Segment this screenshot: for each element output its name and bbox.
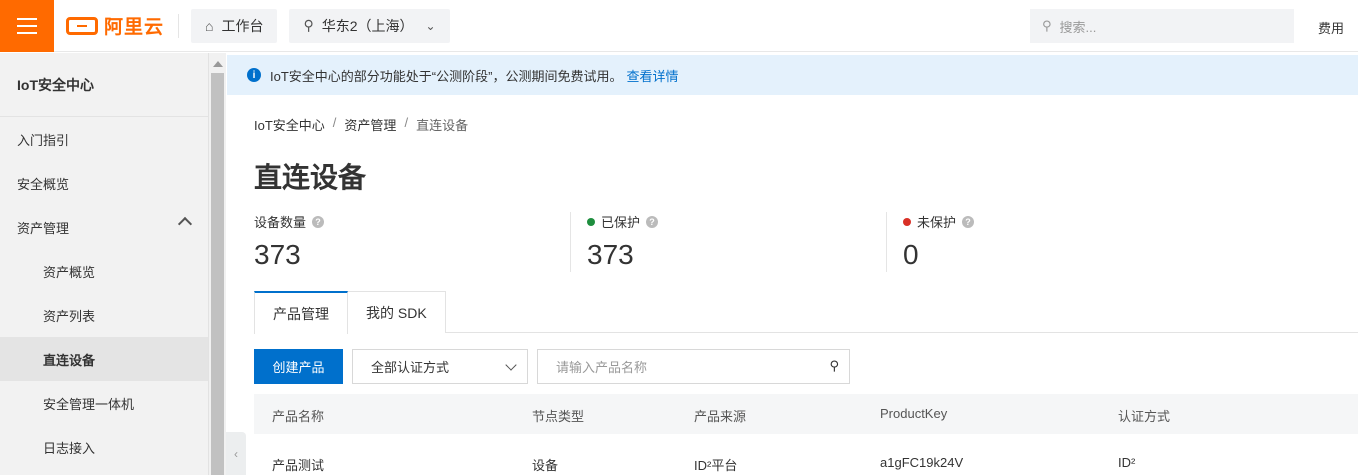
stat-label: 设备数量 — [254, 215, 307, 230]
divider — [178, 13, 180, 38]
column-header-auth-method: 认证方式 — [1118, 409, 1171, 424]
table-row[interactable]: 产品测试 设备 ID²平台 a1gFC19k24V ID² — [254, 434, 1358, 475]
info-icon: i — [247, 68, 261, 82]
sidebar-item-log-access[interactable]: 日志接入 — [0, 425, 208, 469]
notice-text: IoT安全中心的部分功能处于“公测阶段”，公测期间免费试用。 — [270, 68, 623, 84]
stat-label: 未保护 — [917, 215, 957, 230]
sidebar-title: IoT安全中心 — [0, 53, 208, 117]
notice-banner: i IoT安全中心的部分功能处于“公测阶段”，公测期间免费试用。 查看详情 — [227, 55, 1358, 95]
menu-line-icon — [17, 24, 37, 27]
stat-value: 373 — [587, 239, 634, 270]
sidebar-item-direct-devices[interactable]: 直连设备 — [0, 337, 208, 381]
breadcrumb-item-current: 直连设备 — [416, 118, 469, 133]
scroll-up-icon[interactable] — [213, 61, 223, 67]
page-title: 直连设备 — [254, 162, 367, 193]
sidebar-item-asset-overview[interactable]: 资产概览 — [0, 249, 208, 293]
menu-line-icon — [17, 31, 37, 34]
home-icon: ⌂ — [205, 17, 214, 34]
help-icon[interactable]: ? — [646, 215, 659, 228]
breadcrumb-separator: / — [332, 115, 337, 130]
tab-product-management[interactable]: 产品管理 — [254, 291, 348, 334]
chevron-down-icon — [505, 359, 517, 371]
workbench-label: 工作台 — [221, 17, 264, 34]
cell-node-type: 设备 — [532, 458, 559, 473]
aliyun-logo[interactable]: 阿里云 — [66, 0, 164, 52]
region-label: 华东2（上海） — [321, 17, 414, 34]
column-header-product-name: 产品名称 — [272, 409, 325, 424]
status-dot-red-icon — [903, 217, 911, 226]
stat-value: 0 — [903, 239, 919, 270]
column-header-product-source: 产品来源 — [694, 409, 747, 424]
cell-auth-method: ID² — [1118, 455, 1136, 470]
status-dot-green-icon — [587, 217, 595, 226]
product-name-search-input[interactable]: 请输入产品名称 ⚲ — [537, 349, 850, 384]
sidebar-collapse-button[interactable]: ‹ — [226, 432, 246, 475]
breadcrumb-item-asset-management[interactable]: 资产管理 — [344, 115, 396, 134]
search-icon: ⚲ — [1042, 18, 1052, 33]
top-navbar: 阿里云 ⌂ 工作台 ⚲ 华东2（上海） ⌄ ⚲ 搜索... 费用 — [0, 0, 1358, 52]
sidebar-item-security-overview[interactable]: 安全概览 — [0, 161, 208, 205]
sidebar-item-asset-list[interactable]: 资产列表 — [0, 293, 208, 337]
chevron-down-icon: ⌄ — [425, 18, 436, 33]
help-icon[interactable]: ? — [962, 215, 975, 228]
breadcrumb: IoT安全中心 / 资产管理 / 直连设备 — [254, 115, 468, 134]
stat-device-count: 设备数量 ? 373 — [254, 212, 325, 271]
cell-productkey: a1gFC19k24V — [880, 455, 964, 470]
divider — [886, 212, 887, 272]
auth-method-value: 全部认证方式 — [371, 360, 450, 375]
search-icon[interactable]: ⚲ — [829, 358, 839, 374]
fee-link[interactable]: 费用 — [1318, 18, 1344, 37]
column-header-node-type: 节点类型 — [532, 409, 585, 424]
search-placeholder: 搜索... — [1059, 19, 1097, 35]
sidebar-item-asset-management[interactable]: 资产管理 — [0, 205, 208, 249]
hamburger-menu-button[interactable] — [0, 0, 54, 52]
breadcrumb-item-iot-security[interactable]: IoT安全中心 — [254, 115, 325, 134]
scrollbar-thumb[interactable] — [211, 73, 224, 475]
aliyun-logo-icon — [66, 16, 98, 35]
stat-label: 已保护 — [601, 215, 641, 230]
region-selector[interactable]: ⚲ 华东2（上海） ⌄ — [289, 8, 450, 43]
menu-line-icon — [17, 17, 37, 20]
chevron-up-icon — [177, 216, 193, 232]
tab-my-sdk[interactable]: 我的 SDK — [348, 291, 446, 333]
create-product-button[interactable]: 创建产品 — [254, 349, 343, 384]
sidebar: IoT安全中心 入门指引 安全概览 资产管理 资产概览 资产列表 直连设备 安全… — [0, 53, 208, 475]
global-search-input[interactable]: ⚲ 搜索... — [1030, 9, 1294, 43]
chevron-left-icon: ‹ — [234, 446, 238, 461]
help-icon[interactable]: ? — [312, 215, 325, 228]
stat-unprotected: 未保护 ? 0 — [903, 212, 975, 271]
logo-text: 阿里云 — [104, 17, 165, 38]
workbench-button[interactable]: ⌂ 工作台 — [191, 8, 278, 43]
auth-method-select[interactable]: 全部认证方式 — [352, 349, 528, 384]
tab-bar: 产品管理 我的 SDK — [254, 291, 1358, 334]
cell-product-source: ID²平台 — [694, 458, 738, 473]
column-header-productkey: ProductKey — [880, 406, 948, 421]
notice-details-link[interactable]: 查看详情 — [626, 66, 678, 85]
sidebar-scrollbar[interactable] — [208, 53, 226, 475]
sidebar-item-security-appliance[interactable]: 安全管理一体机 — [0, 381, 208, 425]
location-pin-icon: ⚲ — [303, 17, 314, 33]
breadcrumb-separator: / — [404, 115, 409, 130]
stat-protected: 已保护 ? 373 — [587, 212, 659, 271]
sidebar-item-label: 资产管理 — [17, 220, 70, 236]
stat-value: 373 — [254, 239, 301, 270]
sidebar-item-getting-started[interactable]: 入门指引 — [0, 117, 208, 161]
table-header: 产品名称 节点类型 产品来源 ProductKey 认证方式 — [254, 394, 1358, 434]
divider — [570, 212, 571, 272]
search-placeholder: 请输入产品名称 — [556, 360, 648, 375]
cell-product-name[interactable]: 产品测试 — [272, 455, 324, 474]
